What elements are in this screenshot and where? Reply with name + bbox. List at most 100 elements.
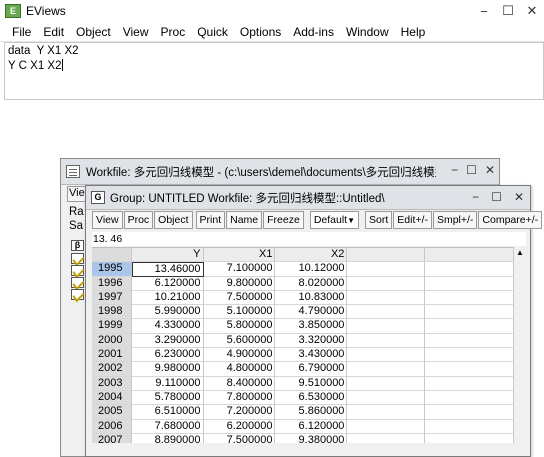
cell-empty[interactable]: [425, 362, 514, 377]
cell-y[interactable]: 9.980000: [131, 362, 204, 377]
cell-empty[interactable]: [425, 290, 514, 306]
compare-toggle-button[interactable]: Compare+/-: [478, 211, 543, 229]
workfile-minimize-button[interactable]: −: [451, 163, 458, 177]
cell-empty[interactable]: [425, 262, 514, 277]
column-header-y[interactable]: Y: [131, 248, 204, 263]
object-button[interactable]: Object: [154, 211, 193, 229]
menu-object[interactable]: Object: [70, 25, 117, 39]
column-header-x2[interactable]: X2: [275, 248, 348, 263]
cell-x1[interactable]: 5.600000: [203, 333, 276, 349]
cell-empty[interactable]: [347, 348, 426, 363]
cell-x2[interactable]: 9.510000: [275, 376, 348, 391]
cell-x2[interactable]: 8.020000: [275, 276, 348, 291]
obs-label-cell[interactable]: 1999: [92, 319, 132, 334]
cell-x2[interactable]: 6.790000: [275, 362, 348, 377]
cell-x1[interactable]: 7.200000: [203, 405, 276, 420]
maximize-button[interactable]: ☐: [496, 0, 520, 22]
cell-empty[interactable]: [425, 319, 514, 334]
cell-y[interactable]: 9.110000: [131, 376, 204, 391]
cell-y[interactable]: 5.990000: [131, 305, 204, 320]
menu-file[interactable]: File: [6, 25, 37, 39]
command-input[interactable]: data Y X1 X2 Y C X1 X2: [4, 42, 544, 100]
obs-label-cell[interactable]: 1995: [92, 262, 132, 277]
obs-label-cell[interactable]: 2003: [92, 376, 132, 391]
cell-empty[interactable]: [347, 333, 426, 349]
table-row[interactable]: 2007 8.890000 7.500000 9.380000: [92, 433, 514, 443]
obs-label-cell[interactable]: 1997: [92, 290, 132, 306]
minimize-button[interactable]: −: [472, 0, 496, 22]
obs-label-cell[interactable]: 1996: [92, 276, 132, 291]
cell-x2[interactable]: 10.12000: [275, 262, 348, 277]
cell-y[interactable]: 6.230000: [131, 348, 204, 363]
menu-options[interactable]: Options: [234, 25, 287, 39]
scroll-up-icon[interactable]: ▲: [514, 247, 526, 259]
series-icon[interactable]: [71, 289, 84, 300]
menu-help[interactable]: Help: [395, 25, 432, 39]
cell-x2[interactable]: 3.430000: [275, 348, 348, 363]
cell-x2[interactable]: 4.790000: [275, 305, 348, 320]
cell-empty[interactable]: [425, 419, 514, 434]
group-minimize-button[interactable]: −: [472, 190, 479, 204]
smpl-toggle-button[interactable]: Smpl+/-: [432, 211, 478, 229]
series-icon[interactable]: [71, 265, 84, 276]
vertical-scrollbar[interactable]: ▲: [514, 247, 526, 443]
menu-quick[interactable]: Quick: [191, 25, 234, 39]
cell-x1[interactable]: 4.800000: [203, 362, 276, 377]
table-row[interactable]: 1996 6.120000 9.800000 8.020000: [92, 276, 514, 291]
cell-x1[interactable]: 7.100000: [203, 262, 276, 277]
cell-y[interactable]: 4.330000: [131, 319, 204, 334]
cell-empty[interactable]: [347, 390, 426, 406]
menu-addins[interactable]: Add-ins: [287, 25, 340, 39]
obs-label-cell[interactable]: 2006: [92, 419, 132, 434]
table-row[interactable]: 1997 10.21000 7.500000 10.83000: [92, 290, 514, 306]
workfile-titlebar[interactable]: Workfile: 多元回归线模型 - (c:\users\demel\docu…: [61, 159, 499, 185]
cell-empty[interactable]: [425, 433, 514, 443]
table-row[interactable]: 2004 5.780000 7.800000 6.530000: [92, 390, 514, 406]
column-header-x1[interactable]: X1: [203, 248, 276, 263]
coef-icon[interactable]: β: [71, 240, 84, 251]
cell-empty[interactable]: [347, 405, 426, 420]
menu-window[interactable]: Window: [340, 25, 395, 39]
cell-empty[interactable]: [425, 348, 514, 363]
cell-y[interactable]: 6.510000: [131, 405, 204, 420]
edit-toggle-button[interactable]: Edit+/-: [393, 211, 432, 229]
cell-y[interactable]: 10.21000: [131, 290, 204, 306]
workfile-close-button[interactable]: ✕: [485, 163, 495, 177]
group-maximize-button[interactable]: ☐: [491, 190, 502, 204]
obs-label-cell[interactable]: 2000: [92, 333, 132, 349]
table-row[interactable]: 2002 9.980000 4.800000 6.790000: [92, 362, 514, 377]
cell-empty[interactable]: [425, 333, 514, 349]
cell-y[interactable]: 13.46000: [131, 262, 204, 277]
cell-x1[interactable]: 6.200000: [203, 419, 276, 434]
cell-x2[interactable]: 3.850000: [275, 319, 348, 334]
cell-y[interactable]: 3.290000: [131, 333, 204, 349]
cell-empty[interactable]: [347, 276, 426, 291]
sample-select[interactable]: Default ▼: [309, 211, 360, 229]
menu-edit[interactable]: Edit: [37, 25, 70, 39]
cell-empty[interactable]: [347, 376, 426, 391]
table-row[interactable]: 2005 6.510000 7.200000 5.860000: [92, 405, 514, 420]
table-row[interactable]: 1995 13.46000 7.100000 10.12000: [92, 262, 514, 277]
close-button[interactable]: ✕: [520, 0, 544, 22]
table-row[interactable]: 2000 3.290000 5.600000 3.320000: [92, 333, 514, 349]
cell-x1[interactable]: 4.900000: [203, 348, 276, 363]
cell-empty[interactable]: [425, 376, 514, 391]
cell-x2[interactable]: 3.320000: [275, 333, 348, 349]
cell-x1[interactable]: 7.500000: [204, 433, 276, 443]
group-window[interactable]: G Group: UNTITLED Workfile: 多元回归线模型::Unt…: [85, 185, 543, 457]
cell-empty[interactable]: [425, 276, 514, 291]
cell-x1[interactable]: 7.800000: [203, 390, 276, 406]
cell-y[interactable]: 5.780000: [131, 390, 204, 406]
cell-y[interactable]: 7.680000: [131, 419, 204, 434]
menu-view[interactable]: View: [117, 25, 155, 39]
obs-label-cell[interactable]: 2004: [92, 390, 132, 406]
obs-label-cell[interactable]: 2005: [92, 405, 132, 420]
table-row[interactable]: 2006 7.680000 6.200000 6.120000: [92, 419, 514, 434]
cell-y[interactable]: 8.890000: [132, 433, 204, 443]
view-button[interactable]: View: [92, 211, 123, 229]
obs-label-cell[interactable]: 2007: [92, 433, 132, 443]
sort-button[interactable]: Sort: [365, 211, 393, 229]
table-row[interactable]: 1999 4.330000 5.800000 3.850000: [92, 319, 514, 334]
series-icon[interactable]: [71, 277, 84, 288]
cell-x2[interactable]: 5.860000: [275, 405, 348, 420]
